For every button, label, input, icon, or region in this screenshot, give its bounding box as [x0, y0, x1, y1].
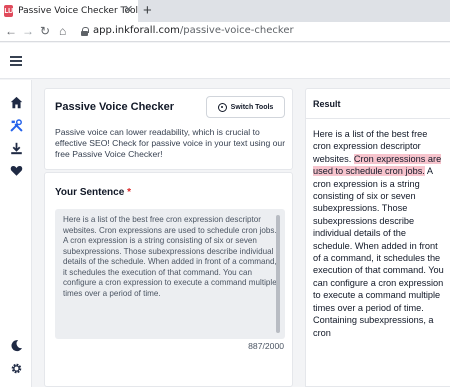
sidebar	[0, 80, 32, 387]
lock-icon[interactable]	[81, 27, 89, 36]
gear-icon[interactable]	[9, 362, 23, 376]
moon-icon[interactable]	[9, 339, 23, 353]
browser-toolbar: ← → ↻ ⌂ app.inkforall.com/passive-voice-…	[0, 22, 450, 42]
compass-icon	[217, 102, 227, 112]
tool-info-card: Passive Voice Checker Switch Tools Passi…	[44, 88, 293, 170]
sentence-label-text: Your Sentence	[55, 187, 125, 198]
home-page-icon[interactable]: ⌂	[59, 24, 66, 39]
new-tab-button[interactable]: +	[143, 2, 152, 20]
forward-arrow-icon[interactable]: →	[22, 24, 34, 39]
result-card: Result Here is a list of the best free c…	[305, 88, 450, 387]
menu-icon[interactable]	[10, 56, 22, 66]
result-heading: Result	[313, 99, 341, 109]
switch-tools-label: Switch Tools	[230, 103, 274, 111]
sentence-input-text: Here is a list of the best free cron exp…	[63, 215, 277, 298]
textarea-scrollbar[interactable]	[276, 215, 280, 333]
tool-description: Passive voice can lower readability, whi…	[55, 127, 286, 159]
tools-icon[interactable]	[9, 119, 23, 133]
app-header	[0, 43, 450, 79]
site-favicon: LU	[4, 5, 13, 17]
back-arrow-icon[interactable]: ←	[5, 24, 17, 39]
url-host: app.inkforall.com	[93, 25, 180, 36]
required-mark: *	[127, 187, 131, 198]
browser-tabstrip: LU Passive Voice Checker Tool ✕ +	[0, 0, 450, 22]
switch-tools-button[interactable]: Switch Tools	[206, 96, 285, 118]
character-counter: 887/2000	[248, 341, 284, 351]
download-icon[interactable]	[9, 142, 23, 156]
sentence-input[interactable]: Here is a list of the best free cron exp…	[55, 209, 285, 339]
tab-title: Passive Voice Checker Tool	[18, 6, 138, 16]
reload-icon[interactable]: ↻	[40, 24, 50, 39]
close-tab-icon[interactable]: ✕	[124, 4, 133, 16]
result-divider	[306, 118, 450, 119]
browser-tab[interactable]: LU Passive Voice Checker Tool ✕	[0, 0, 138, 22]
heart-icon[interactable]	[9, 164, 23, 178]
result-text: Here is a list of the best free cron exp…	[313, 128, 447, 339]
url-path: /passive-voice-checker	[179, 25, 294, 36]
sentence-label: Your Sentence *	[55, 187, 131, 198]
input-card: Your Sentence * Here is a list of the be…	[44, 172, 293, 387]
address-bar[interactable]: app.inkforall.com/passive-voice-checker	[93, 25, 294, 36]
page-title: Passive Voice Checker	[55, 101, 175, 113]
result-text-after: A cron expression is a string consisting…	[313, 166, 444, 338]
home-icon[interactable]	[9, 96, 23, 110]
